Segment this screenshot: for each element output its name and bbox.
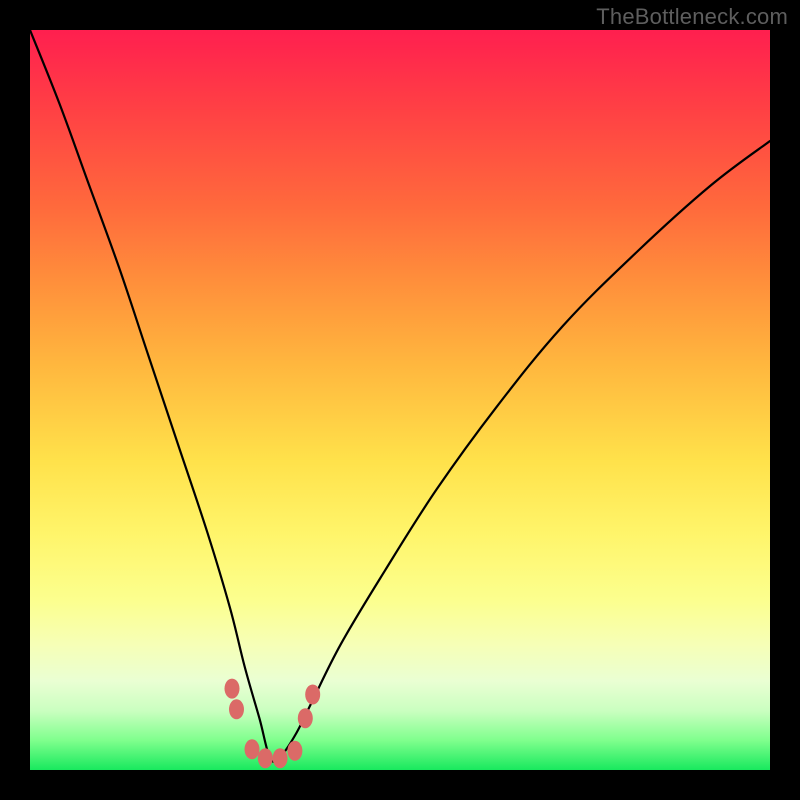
marker-point: [225, 679, 240, 699]
bottleneck-curve: [30, 30, 770, 762]
chart-svg: [30, 30, 770, 770]
marker-point: [273, 748, 288, 768]
highlighted-points: [225, 679, 321, 769]
chart-frame: TheBottleneck.com: [0, 0, 800, 800]
marker-point: [258, 748, 273, 768]
watermark-text: TheBottleneck.com: [596, 4, 788, 30]
plot-area: [30, 30, 770, 770]
marker-point: [305, 685, 320, 705]
marker-point: [245, 739, 260, 759]
marker-point: [287, 741, 302, 761]
marker-point: [229, 699, 244, 719]
marker-point: [298, 708, 313, 728]
